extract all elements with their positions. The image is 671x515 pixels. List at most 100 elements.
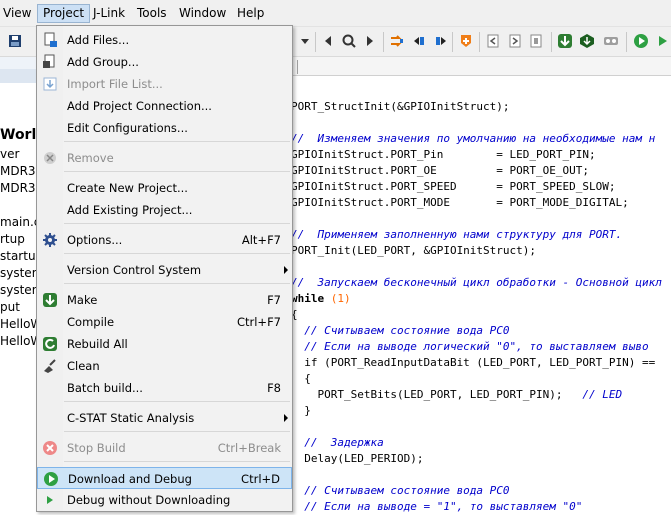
bookmark-toggle-icon[interactable]: [389, 33, 405, 49]
toggle-bookmark-doc-icon[interactable]: [528, 33, 544, 49]
code-line: PORT_SetBits(LED_PORT, LED_PORT_PIN); //…: [291, 388, 623, 401]
code-line: GPIOInitStruct.PORT_Pin = LED_PORT_PIN;: [291, 148, 596, 161]
menu-item-download-and-debug[interactable]: Download and Debug Ctrl+D: [37, 467, 292, 489]
dropdown-arrow-icon[interactable]: [299, 33, 311, 49]
menu-item-edit-configurations[interactable]: Edit Configurations...: [37, 117, 292, 139]
compile-icon[interactable]: [579, 33, 595, 49]
code-editor[interactable]: PORT_StructInit(&GPIOInitStruct); // Изме…: [291, 57, 671, 513]
add-group-icon: [43, 54, 55, 68]
add-files-icon: [44, 32, 57, 47]
menu-separator: [64, 253, 290, 254]
tree-item[interactable]: ver: [0, 147, 37, 161]
code-line: {: [291, 372, 311, 385]
menu-item-label: Add Existing Project...: [67, 203, 193, 217]
stop-build-icon: [43, 441, 57, 455]
tree-item[interactable]: rtup: [0, 232, 37, 246]
editor-tab-strip: [291, 57, 671, 76]
menu-item-label: Stop Build: [67, 441, 126, 455]
workspace-pane: Worlc ver MDR32 MDR32 main.c rtup startu…: [0, 57, 37, 510]
menu-separator: [64, 223, 290, 224]
menu-item-clean[interactable]: Clean: [37, 355, 292, 377]
code-line: // Если на выводе = "1", то выставляем "…: [291, 500, 583, 513]
save-icon[interactable]: [7, 33, 23, 49]
code-line: GPIOInitStruct.PORT_OE = PORT_OE_OUT;: [291, 164, 590, 177]
tree-item[interactable]: startup: [0, 249, 37, 263]
search-icon[interactable]: [341, 33, 357, 49]
menu-item-label: Download and Debug: [68, 472, 192, 486]
stop-build-icon[interactable]: [603, 33, 619, 49]
download-and-debug-icon[interactable]: [633, 33, 649, 49]
menu-help[interactable]: Help: [237, 5, 264, 21]
number-literal: (1): [324, 292, 351, 305]
next-bookmark-icon[interactable]: [434, 33, 450, 49]
debug-without-download-icon[interactable]: [655, 33, 671, 49]
go-back-icon[interactable]: [485, 33, 501, 49]
menu-view[interactable]: View: [3, 5, 31, 21]
menu-item-shortcut: F8: [267, 381, 281, 395]
tree-item[interactable]: MDR32: [0, 164, 37, 178]
menu-item-batch-build[interactable]: Batch build... F8: [37, 377, 292, 399]
code-line: // Задержка: [291, 436, 384, 449]
menu-item-rebuild-all[interactable]: Rebuild All: [37, 333, 292, 355]
add-breakpoint-icon[interactable]: [458, 33, 474, 49]
tree-item[interactable]: put: [0, 300, 37, 314]
menu-item-label: Rebuild All: [67, 337, 128, 351]
menu-item-label: Remove: [67, 151, 114, 165]
menu-separator: [64, 461, 290, 462]
workspace-title: Worlc: [0, 127, 37, 143]
menu-item-label: Add Files...: [67, 33, 130, 47]
code-line: // Изменяем значения по умолчанию на нео…: [291, 132, 656, 145]
tree-item[interactable]: main.c: [0, 215, 37, 229]
tree-item[interactable]: MDR32: [0, 181, 37, 195]
menu-jlink[interactable]: J-Link: [93, 5, 125, 21]
tree-item[interactable]: HelloW: [0, 334, 37, 348]
menu-project[interactable]: Project: [37, 4, 91, 23]
menu-item-label: Make: [67, 293, 98, 307]
menu-item-compile[interactable]: Compile Ctrl+F7: [37, 311, 292, 333]
code-line: PORT_StructInit(&GPIOInitStruct);: [291, 100, 510, 113]
menu-item-label: C-STAT Static Analysis: [67, 411, 195, 425]
workspace-header: [0, 57, 37, 69]
chevron-left-icon[interactable]: [320, 33, 336, 49]
code-comment: // LED: [582, 388, 623, 401]
menu-item-import-file-list: Import File List...: [37, 73, 292, 95]
menu-item-make[interactable]: Make F7: [37, 289, 292, 311]
menu-item-c-stat-static-analysis[interactable]: C-STAT Static Analysis: [37, 407, 292, 429]
tree-item[interactable]: system: [0, 266, 37, 280]
menu-item-add-project-connection[interactable]: Add Project Connection...: [37, 95, 292, 117]
tree-item[interactable]: system: [0, 283, 37, 297]
menu-item-create-new-project[interactable]: Create New Project...: [37, 177, 292, 199]
menu-bar: View Project J-Link Tools Window Help: [0, 0, 671, 27]
code-line: if (PORT_ReadInputDataBit (LED_PORT, LED…: [291, 356, 656, 369]
code-line: GPIOInitStruct.PORT_SPEED = PORT_SPEED_S…: [291, 180, 616, 193]
menu-item-label: Batch build...: [67, 381, 143, 395]
gear-icon: [43, 233, 57, 247]
menu-window[interactable]: Window: [179, 5, 226, 21]
code-line: // Считываем состояние вода PC0: [291, 484, 510, 497]
previous-bookmark-icon[interactable]: [410, 33, 426, 49]
menu-item-label: Edit Configurations...: [67, 121, 188, 135]
code-line: GPIOInitStruct.PORT_MODE = PORT_MODE_DIG…: [291, 196, 629, 209]
code-line: // Считываем состояние вода PC0: [291, 324, 510, 337]
menu-item-options[interactable]: Options... Alt+F7: [37, 229, 292, 251]
submenu-arrow-icon: [284, 266, 288, 274]
go-forward-icon[interactable]: [507, 33, 523, 49]
menu-tools[interactable]: Tools: [137, 5, 167, 21]
menu-item-shortcut: Alt+F7: [241, 233, 281, 247]
menu-separator: [64, 401, 290, 402]
menu-item-debug-without-downloading[interactable]: Debug without Downloading: [37, 489, 292, 511]
code-line: Delay(LED_PERIOD);: [291, 452, 424, 465]
menu-item-remove: Remove: [37, 147, 292, 169]
menu-item-stop-build: Stop Build Ctrl+Break: [37, 437, 292, 459]
menu-item-add-existing-project[interactable]: Add Existing Project...: [37, 199, 292, 221]
make-icon[interactable]: [557, 33, 573, 49]
menu-item-add-files[interactable]: Add Files...: [37, 29, 292, 51]
tree-item[interactable]: HelloW: [0, 317, 37, 331]
code-line: // Применяем заполненную нами структуру …: [291, 228, 623, 241]
menu-item-version-control-system[interactable]: Version Control System: [37, 259, 292, 281]
menu-item-label: Create New Project...: [67, 181, 188, 195]
menu-item-shortcut: Ctrl+F7: [236, 315, 281, 329]
chevron-right-icon[interactable]: [362, 33, 378, 49]
menu-item-add-group[interactable]: Add Group...: [37, 51, 292, 73]
project-menu: Add Files... Add Group... Import File List…: [36, 25, 293, 512]
